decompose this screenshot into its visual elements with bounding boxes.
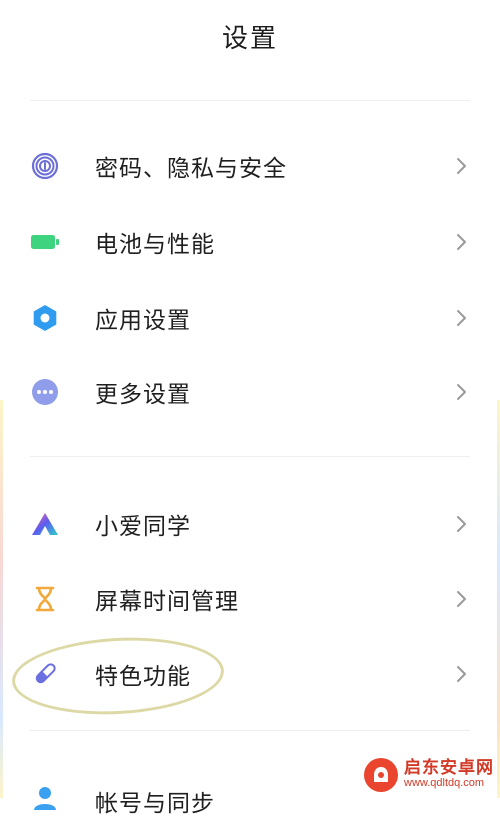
settings-item-screen-time[interactable]: 屏幕时间管理 <box>0 567 500 631</box>
settings-item-more-settings[interactable]: 更多设置 <box>0 360 500 424</box>
gear-icon <box>30 303 60 333</box>
watermark-url: www.qdltdq.com <box>404 777 485 790</box>
settings-item-battery[interactable]: 电池与性能 <box>0 210 500 274</box>
settings-item-label: 帐号与同步 <box>95 791 215 817</box>
watermark-logo-icon <box>364 758 398 792</box>
chevron-right-icon <box>452 382 472 402</box>
site-watermark: 启东安卓网 www.qdltdq.com <box>364 758 494 792</box>
header: 设置 <box>0 0 500 72</box>
settings-item-label: 应用设置 <box>95 308 191 334</box>
settings-item-app-settings[interactable]: 应用设置 <box>0 286 500 350</box>
divider <box>30 730 470 731</box>
settings-item-label: 屏幕时间管理 <box>95 589 239 615</box>
chevron-right-icon <box>452 664 472 684</box>
settings-item-xiaoai[interactable]: 小爱同学 <box>0 492 500 556</box>
settings-item-label: 电池与性能 <box>95 232 215 258</box>
chevron-right-icon <box>452 308 472 328</box>
xiaoai-icon <box>30 509 60 539</box>
watermark-name: 启东安卓网 <box>404 758 494 779</box>
chevron-right-icon <box>452 156 472 176</box>
settings-item-label: 密码、隐私与安全 <box>95 156 287 182</box>
battery-icon <box>30 227 60 257</box>
page-title: 设置 <box>221 23 278 54</box>
chevron-right-icon <box>452 232 472 252</box>
settings-item-privacy[interactable]: 密码、隐私与安全 <box>0 134 500 198</box>
settings-item-label: 更多设置 <box>95 382 191 408</box>
divider <box>30 456 470 457</box>
settings-item-label: 小爱同学 <box>95 514 191 540</box>
account-icon <box>30 782 60 812</box>
chevron-right-icon <box>452 514 472 534</box>
fingerprint-icon <box>30 151 60 181</box>
more-dots-icon <box>30 377 60 407</box>
divider <box>30 100 470 101</box>
chevron-right-icon <box>452 589 472 609</box>
hourglass-icon <box>30 584 60 614</box>
